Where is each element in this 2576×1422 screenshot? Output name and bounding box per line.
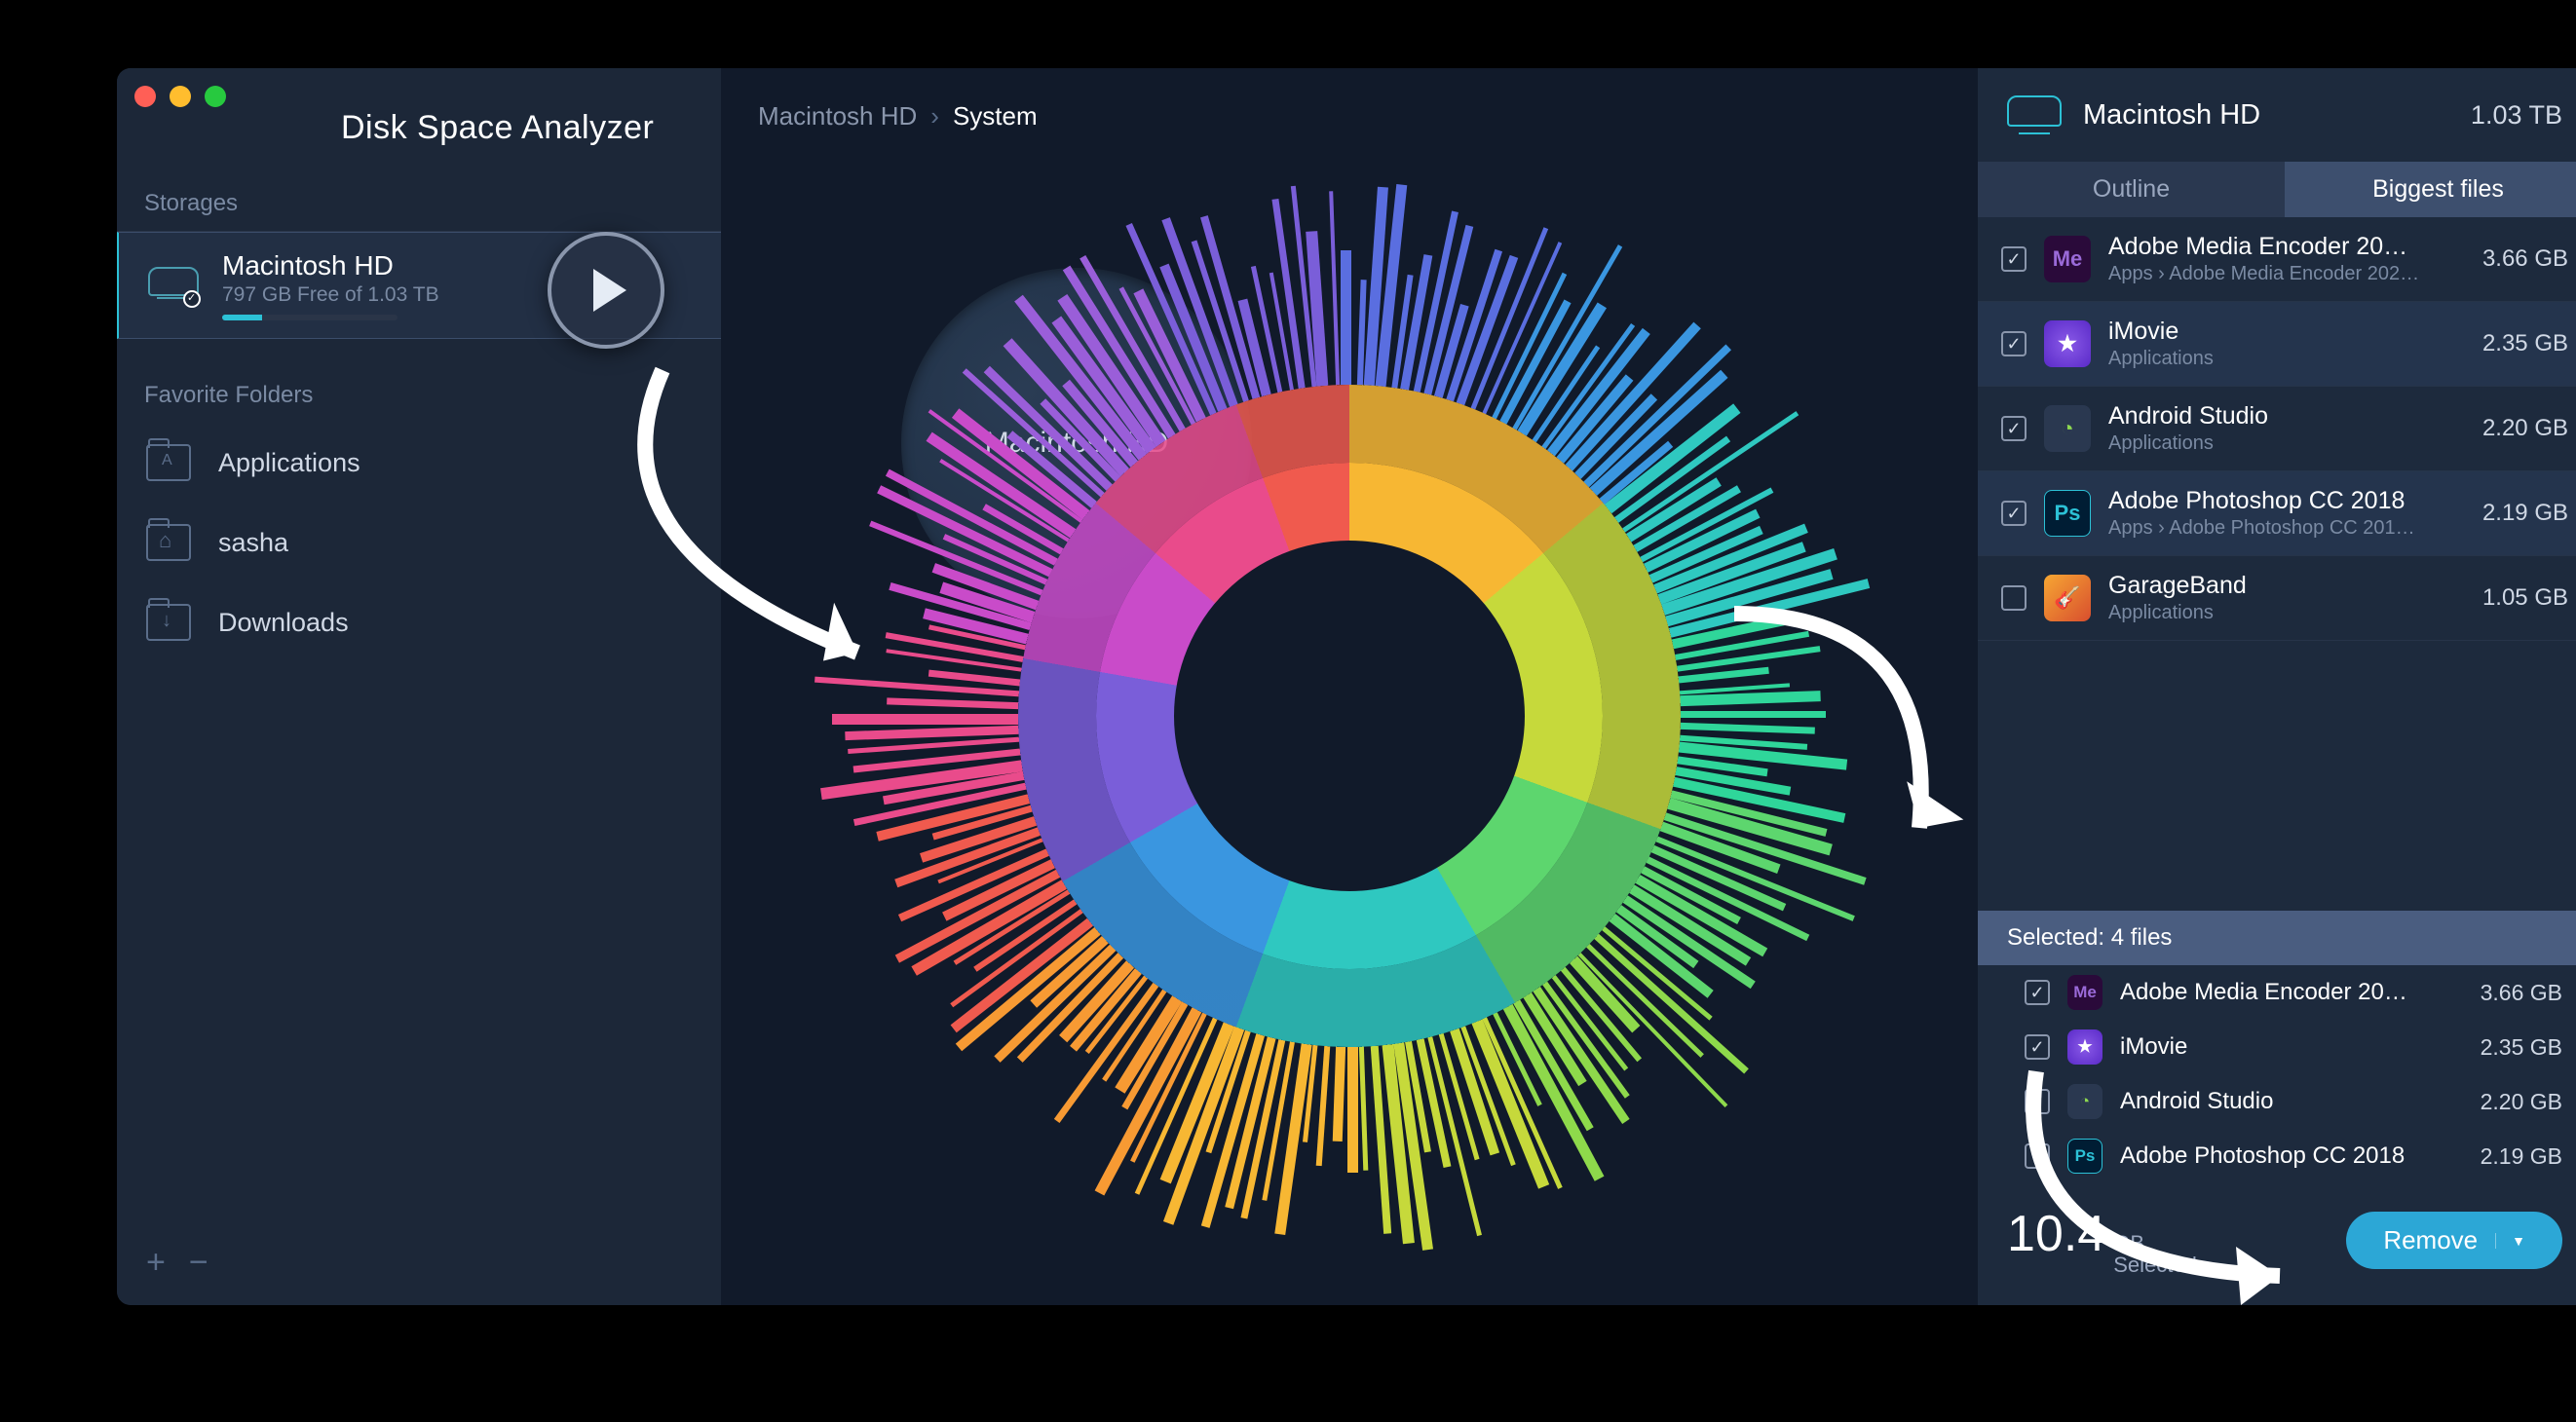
app-icon: Me xyxy=(2044,236,2091,282)
app-icon: ★ xyxy=(2044,320,2091,367)
disk-icon xyxy=(2007,95,2062,134)
file-path: Applications xyxy=(2108,602,2465,624)
file-row[interactable]: ◔ Android Studio Applications 2.20 GB xyxy=(1978,387,2576,471)
app-icon: Me xyxy=(2067,975,2102,1010)
file-size: 2.20 GB xyxy=(2482,415,2568,442)
file-size: 3.66 GB xyxy=(2482,245,2568,273)
file-row[interactable]: 🎸 GarageBand Applications 1.05 GB xyxy=(1978,556,2576,641)
file-name: Adobe Photoshop CC 2018 xyxy=(2120,1142,2463,1170)
app-icon: ◔ xyxy=(2067,1084,2102,1119)
breadcrumb-current: System xyxy=(953,101,1038,131)
checkbox[interactable] xyxy=(2025,1089,2050,1114)
file-name: Adobe Media Encoder 20… xyxy=(2120,979,2463,1006)
right-panel: Macintosh HD 1.03 TB Outline Biggest fil… xyxy=(1978,68,2576,1305)
remove-label: Remove xyxy=(2383,1225,2478,1255)
app-icon: Ps xyxy=(2044,490,2091,537)
breadcrumb: Macintosh HD › System xyxy=(721,68,1978,165)
tab-outline[interactable]: Outline xyxy=(1978,162,2285,217)
file-name: GarageBand xyxy=(2108,572,2465,600)
checkbox[interactable] xyxy=(2025,1034,2050,1060)
selected-row[interactable]: Me Adobe Media Encoder 20… 3.66 GB xyxy=(1978,965,2576,1020)
tab-biggest-files[interactable]: Biggest files xyxy=(2285,162,2576,217)
selected-row[interactable]: ◔ Android Studio 2.20 GB xyxy=(1978,1074,2576,1129)
breadcrumb-root[interactable]: Macintosh HD xyxy=(758,101,917,131)
app-icon: Ps xyxy=(2067,1139,2102,1174)
app-window: Disk Space Analyzer Storages Macintosh H… xyxy=(117,68,2576,1305)
sidebar-item-label: Downloads xyxy=(218,608,349,638)
checkbox[interactable] xyxy=(2001,416,2027,441)
file-path: Apps › Adobe Media Encoder 202… xyxy=(2108,263,2465,285)
disk-icon xyxy=(148,267,199,304)
disk-name: Macintosh HD xyxy=(2083,99,2449,131)
add-button[interactable]: + xyxy=(146,1244,166,1282)
sidebar-footer: + − xyxy=(117,1220,721,1305)
selected-total: 10.4 GB Selected xyxy=(2007,1205,2327,1276)
disk-size: 1.03 TB xyxy=(2471,100,2562,131)
sidebar-item-applications[interactable]: Applications xyxy=(117,423,721,503)
selected-list: Me Adobe Media Encoder 20… 3.66 GB ★ iMo… xyxy=(1978,965,2576,1183)
file-row[interactable]: Ps Adobe Photoshop CC 2018 Apps › Adobe … xyxy=(1978,471,2576,556)
file-size: 2.19 GB xyxy=(2481,1143,2562,1170)
tabs: Outline Biggest files xyxy=(1978,162,2576,217)
file-size: 3.66 GB xyxy=(2481,980,2562,1006)
right-header: Macintosh HD 1.03 TB xyxy=(1978,68,2576,162)
app-icon: 🎸 xyxy=(2044,575,2091,621)
selected-row[interactable]: ★ iMovie 2.35 GB xyxy=(1978,1020,2576,1074)
file-row[interactable]: Me Adobe Media Encoder 20… Apps › Adobe … xyxy=(1978,217,2576,302)
file-name: iMovie xyxy=(2108,318,2465,346)
file-name: iMovie xyxy=(2120,1033,2463,1061)
total-unit: GB Selected xyxy=(2113,1233,2197,1276)
sidebar-item-sasha[interactable]: sasha xyxy=(117,503,721,582)
checkbox[interactable] xyxy=(2025,980,2050,1005)
file-name: Android Studio xyxy=(2108,402,2465,430)
selected-row[interactable]: Ps Adobe Photoshop CC 2018 2.19 GB xyxy=(1978,1129,2576,1183)
right-footer: 10.4 GB Selected Remove ▼ xyxy=(1978,1183,2576,1305)
file-row[interactable]: ★ iMovie Applications 2.35 GB xyxy=(1978,302,2576,387)
folder-icon xyxy=(146,444,191,481)
chevron-down-icon[interactable]: ▼ xyxy=(2495,1233,2525,1249)
close-icon[interactable] xyxy=(134,86,156,107)
storage-usage-bar xyxy=(222,315,398,320)
play-annotation-icon xyxy=(548,232,664,349)
checkbox[interactable] xyxy=(2025,1143,2050,1169)
file-name: Adobe Media Encoder 20… xyxy=(2108,233,2465,261)
sidebar-item-downloads[interactable]: Downloads xyxy=(117,582,721,662)
checkbox[interactable] xyxy=(2001,585,2027,611)
file-path: Apps › Adobe Photoshop CC 201… xyxy=(2108,517,2465,540)
checkbox[interactable] xyxy=(2001,501,2027,526)
sunburst-chart[interactable]: Macintosh HD xyxy=(901,268,1798,1164)
remove-button[interactable]: Remove ▼ xyxy=(2346,1212,2562,1269)
selected-header: Selected: 4 files xyxy=(1978,911,2576,965)
file-size: 2.20 GB xyxy=(2481,1089,2562,1115)
file-path: Applications xyxy=(2108,348,2465,370)
file-size: 2.35 GB xyxy=(2482,330,2568,357)
main-panel: Macintosh HD › System Macintosh HD xyxy=(721,68,1978,1305)
storages-label: Storages xyxy=(117,176,721,232)
favorites-label: Favorite Folders xyxy=(117,368,721,423)
remove-button[interactable]: − xyxy=(189,1244,208,1282)
maximize-icon[interactable] xyxy=(205,86,226,107)
checkbox[interactable] xyxy=(2001,246,2027,272)
file-list: Me Adobe Media Encoder 20… Apps › Adobe … xyxy=(1978,217,2576,911)
total-number: 10.4 xyxy=(2007,1205,2105,1263)
sidebar-item-label: Applications xyxy=(218,448,360,478)
file-path: Applications xyxy=(2108,432,2465,455)
window-controls xyxy=(134,86,226,107)
folder-icon xyxy=(146,524,191,561)
app-icon: ◔ xyxy=(2044,405,2091,452)
file-size: 1.05 GB xyxy=(2482,584,2568,612)
file-size: 2.35 GB xyxy=(2481,1034,2562,1061)
sidebar-item-label: sasha xyxy=(218,528,288,558)
file-name: Android Studio xyxy=(2120,1088,2463,1115)
file-size: 2.19 GB xyxy=(2482,500,2568,527)
minimize-icon[interactable] xyxy=(170,86,191,107)
chevron-right-icon: › xyxy=(930,101,939,131)
app-icon: ★ xyxy=(2067,1029,2102,1065)
checkbox[interactable] xyxy=(2001,331,2027,356)
file-name: Adobe Photoshop CC 2018 xyxy=(2108,487,2465,515)
folder-icon xyxy=(146,604,191,641)
